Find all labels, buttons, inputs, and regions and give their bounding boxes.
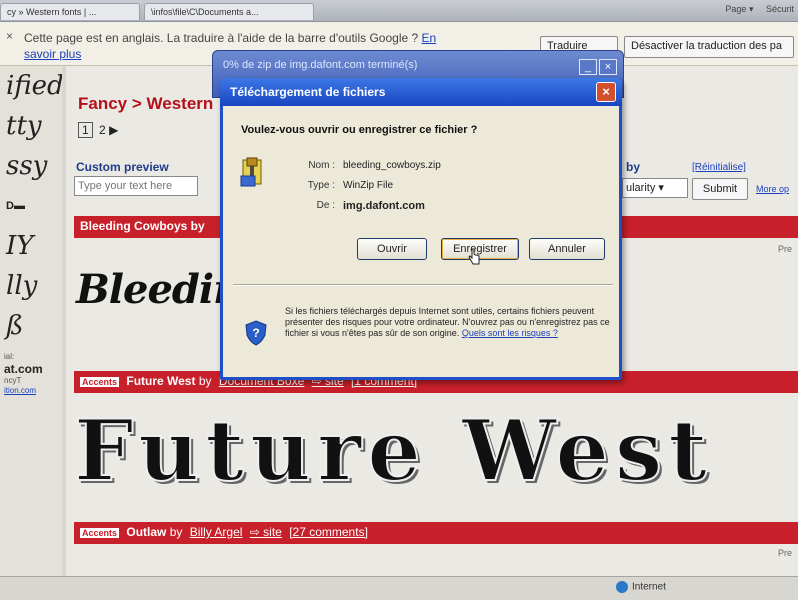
by-label: by (198, 374, 212, 388)
risks-link[interactable]: Quels sont les risques ? (462, 328, 558, 338)
font-sample[interactable]: ssy (0, 146, 62, 186)
from-label: De : (316, 200, 335, 211)
breadcrumb: Fancy > Western (78, 94, 214, 113)
disable-translation-button[interactable]: Désactiver la traduction des pa (624, 36, 794, 58)
file-source-value: img.dafont.com (343, 200, 425, 212)
reset-link[interactable]: [Réinitialise] (692, 162, 746, 173)
globe-icon (616, 581, 628, 593)
security-menu[interactable]: Sécurit (766, 4, 794, 14)
type-label: Type : (307, 180, 335, 191)
translate-message-text: Cette page est en anglais. La traduire à… (24, 31, 419, 45)
next-page-arrow-icon[interactable]: ▶ (109, 123, 118, 137)
dialog-divider (233, 284, 613, 286)
dialog-question: Voulez-vous ouvrir ou enregistrer ce fic… (241, 124, 478, 136)
dialog-title-bar[interactable]: Téléchargement de fichiers × (220, 78, 622, 106)
browser-tab-file[interactable]: \infos\file\C\Documents a... (144, 3, 314, 20)
window-controls: _ × (577, 57, 617, 75)
footer-text: ncyT (4, 376, 22, 385)
translate-link-learn-more[interactable]: savoir plus (24, 47, 81, 61)
security-zone-label: Internet (632, 581, 666, 593)
page-2-link[interactable]: 2 (99, 123, 106, 137)
close-icon[interactable]: × (596, 82, 616, 102)
progress-window-title: 0% de zip de img.dafont.com terminé(s) (223, 59, 418, 71)
security-warning: Si les fichiers téléchargés depuis Inter… (285, 306, 615, 339)
file-type-value: WinZip File (343, 180, 394, 191)
site-label: at.com (4, 362, 43, 376)
file-name-value: bleeding_cowboys.zip (343, 160, 441, 171)
font-preview-future-west[interactable]: Future West (73, 400, 790, 501)
font-sample[interactable]: ß (0, 306, 62, 346)
open-button[interactable]: Ouvrir (357, 238, 427, 260)
font-name-link[interactable]: Future West (126, 374, 195, 388)
status-bar: Internet (0, 576, 798, 600)
by-label: by (169, 525, 183, 539)
name-label: Nom : (308, 160, 335, 171)
site-link-text: site (263, 525, 282, 539)
category-tag[interactable]: Accents (80, 377, 120, 387)
comments-link[interactable]: [27 comments] (289, 525, 368, 539)
category-tag[interactable]: Accents (80, 528, 120, 538)
security-shield-icon: ? (245, 320, 267, 346)
minimize-icon[interactable]: _ (579, 59, 597, 75)
preview-label: Pre (777, 548, 792, 558)
svg-text:?: ? (252, 326, 259, 340)
hand-cursor-icon (468, 248, 480, 265)
close-icon[interactable]: × (6, 29, 13, 43)
page-1-link[interactable]: 1 (78, 122, 93, 138)
browser-tab-dafont[interactable]: cy » Western fonts | ... (0, 3, 140, 20)
sort-label: by (626, 160, 641, 174)
browser-tab-strip: cy » Western fonts | ... \infos\file\C\D… (0, 0, 798, 22)
page-menu[interactable]: Page ▾ (725, 4, 753, 14)
winzip-file-icon (240, 157, 262, 187)
font-name-link[interactable]: Bleeding Cowboys by (80, 219, 205, 233)
footer-link[interactable]: ition.com (0, 386, 62, 396)
cancel-button[interactable]: Annuler (529, 238, 605, 260)
translate-link-en[interactable]: En (422, 31, 437, 45)
pager: 1 2 ▶ (78, 122, 118, 138)
sort-select[interactable]: ularity ▾ (622, 178, 688, 198)
chevron-down-icon: ▾ (658, 182, 664, 194)
security-warning-text: Si les fichiers téléchargés depuis Inter… (285, 306, 610, 338)
font-category-column: ified tty ssy D▬ IY lly ß ial: at.com nc… (0, 66, 62, 576)
submit-button[interactable]: Submit (692, 178, 748, 200)
more-options-link[interactable]: More op (756, 184, 789, 194)
site-link[interactable]: ⇨ site (250, 525, 282, 539)
font-name-link[interactable]: Outlaw (126, 525, 166, 539)
file-download-dialog: Téléchargement de fichiers × Voulez-vous… (220, 78, 622, 380)
author-link[interactable]: Billy Argel (190, 525, 243, 539)
sort-select-value: ularity (626, 182, 656, 194)
footer-text: ial: (4, 352, 15, 361)
browser-toolbar: Page ▾ Sécurit (715, 4, 794, 15)
security-zone[interactable]: Internet (616, 581, 666, 593)
close-icon[interactable]: × (599, 59, 617, 75)
preview-label: Pre (777, 244, 792, 254)
custom-preview-label: Custom preview (76, 160, 169, 174)
font-sample[interactable]: D▬ (0, 186, 62, 226)
font-sample[interactable]: ified (0, 66, 62, 106)
dialog-title: Téléchargement de fichiers (230, 85, 386, 99)
custom-preview-input[interactable] (74, 176, 198, 196)
font-sample[interactable]: IY (0, 226, 62, 266)
font-sample[interactable]: lly (0, 266, 62, 306)
font-sample[interactable]: tty (0, 106, 62, 146)
font-header-bar: Accents Outlaw by Billy Argel ⇨ site [27… (74, 522, 798, 544)
